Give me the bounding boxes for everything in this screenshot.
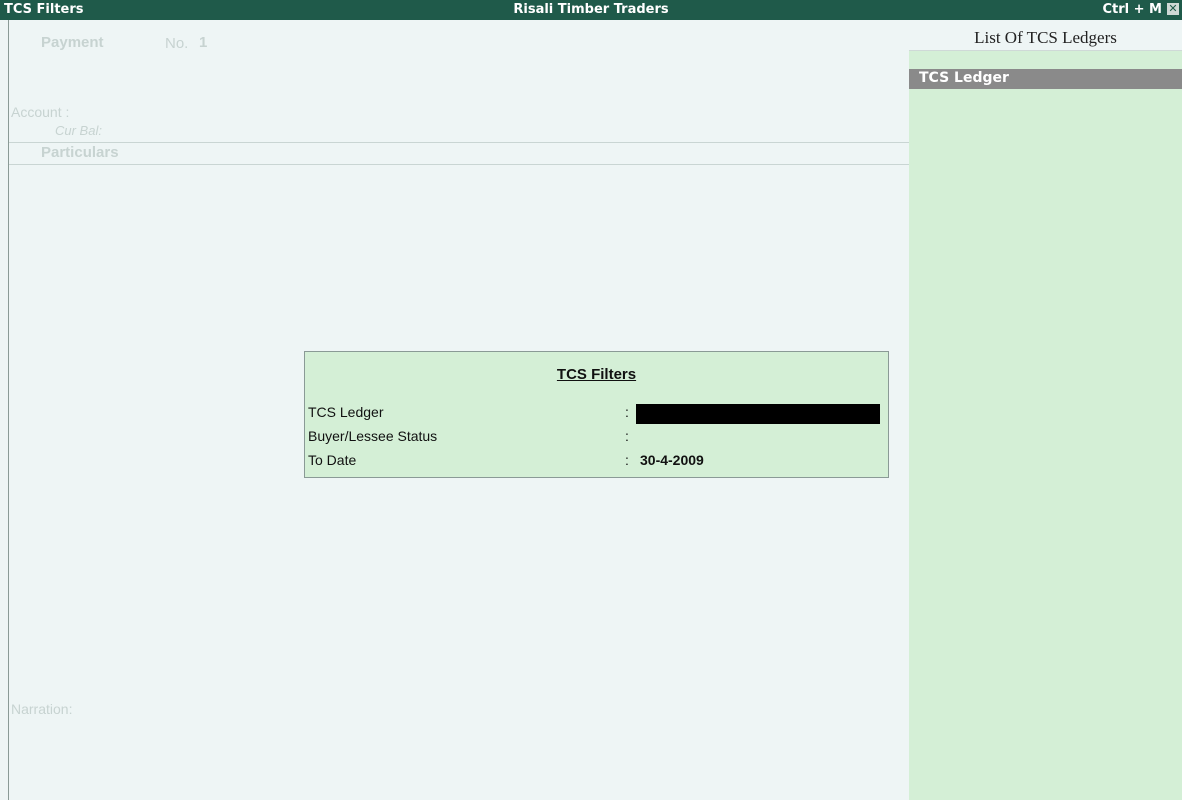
account-label: Account : [11, 104, 70, 120]
to-date-input[interactable]: 30-4-2009 [640, 452, 704, 468]
shortcut-hint[interactable]: Ctrl + M [1102, 2, 1162, 17]
particulars-header: Particulars [41, 144, 119, 161]
dialog-title: TCS Filters [556, 366, 637, 383]
narration-label: Narration: [11, 701, 73, 717]
field-label: Buyer/Lessee Status [308, 428, 438, 444]
cur-bal-label: Cur Bal: [55, 123, 102, 138]
voucher-type: Payment [41, 34, 104, 51]
close-icon[interactable]: ✕ [1167, 3, 1179, 15]
field-row-to-date: To Date : 30-4-2009 [308, 452, 878, 468]
field-colon: : [625, 452, 629, 468]
list-title: List Of TCS Ledgers [909, 20, 1182, 51]
divider [9, 142, 909, 143]
voucher-no-value: 1 [199, 34, 208, 51]
divider [9, 164, 909, 165]
voucher-no-label: No. [165, 35, 189, 52]
tcs-ledger-list-panel: List Of TCS Ledgers TCS Ledger [909, 20, 1182, 800]
title-bar: TCS Filters Risali Timber Traders Ctrl +… [0, 0, 1182, 20]
field-colon: : [625, 404, 629, 420]
field-label: TCS Ledger [308, 404, 384, 420]
field-colon: : [625, 428, 629, 444]
field-row-tcs-ledger: TCS Ledger : [308, 404, 880, 424]
company-name: Risali Timber Traders [513, 2, 669, 17]
field-label: To Date [308, 452, 357, 468]
tcs-filters-dialog: TCS Filters TCS Ledger : Buyer/Lessee St… [304, 351, 889, 478]
list-header: TCS Ledger [909, 69, 1182, 89]
field-row-buyer-status: Buyer/Lessee Status : [308, 428, 878, 444]
tcs-ledger-input[interactable] [636, 404, 880, 424]
